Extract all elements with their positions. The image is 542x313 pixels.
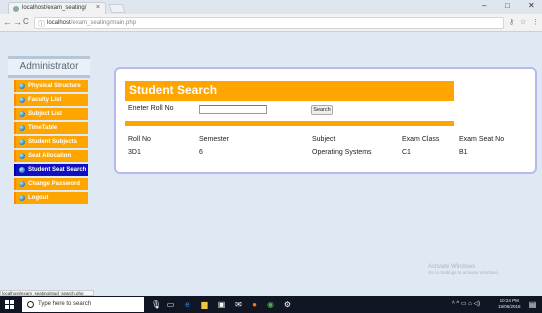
cell-exam-class: C1 [402, 149, 411, 156]
menu-item-physical-structure[interactable]: Physical Structure [14, 80, 88, 92]
back-icon[interactable]: ← [3, 17, 12, 27]
reload-icon[interactable]: C [23, 17, 29, 26]
browser-tab[interactable]: localhost/exam_seating/ × [8, 2, 106, 14]
microphone-icon[interactable]: 🎙 [151, 300, 161, 309]
column-header-exam-seat-no: Exam Seat No [459, 136, 505, 143]
menu-item-subject-list[interactable]: Subject List [14, 108, 88, 120]
menu-item-faculty-list[interactable]: Faculty List [14, 94, 88, 106]
menu-item-timetable[interactable]: TimeTable [14, 122, 88, 134]
column-header-roll-no: Roll No [128, 136, 151, 143]
menu-item-label: Faculty List [28, 97, 62, 103]
cell-roll-no: 3D1 [128, 149, 141, 156]
edge-browser-icon[interactable]: e [183, 300, 192, 309]
menu-item-label: Physical Structure [28, 83, 81, 89]
browser-menu-icon[interactable]: ⋮ [532, 18, 539, 26]
forward-icon[interactable]: → [13, 17, 22, 27]
task-view-icon[interactable]: ▭ [166, 300, 175, 309]
windows-taskbar: Type here to search 🎙 ▭ e ▆ ▣ ✉ ● ◉ ⚙ ᴬ … [0, 296, 542, 313]
firefox-icon[interactable]: ● [250, 300, 259, 309]
windows-start-icon[interactable] [5, 300, 14, 309]
roll-no-input[interactable] [199, 105, 267, 114]
close-tab-icon[interactable]: × [96, 4, 100, 11]
menu-item-student-subjects[interactable]: Student Subjects [14, 136, 88, 148]
system-tray-icons[interactable]: ᴬ ^ ▭ ⌂ ◁) [452, 300, 480, 307]
watermark-subtitle: Go to Settings to activate Windows. [428, 270, 500, 275]
column-header-exam-class: Exam Class [402, 136, 440, 143]
page-content: Administrator Physical Structure Faculty… [0, 32, 542, 296]
notifications-icon[interactable]: ▤ [528, 300, 537, 309]
bullet-icon [19, 97, 25, 103]
menu-item-label: Student Subjects [28, 139, 78, 145]
roll-no-label: Eneter Roll No [128, 105, 174, 112]
panel-title: Student Search [129, 83, 218, 97]
taskbar-search-box[interactable]: Type here to search [22, 297, 144, 312]
bullet-icon [19, 195, 25, 201]
panel-divider [125, 121, 454, 126]
bullet-icon [19, 111, 25, 117]
chrome-icon[interactable]: ◉ [266, 300, 275, 309]
cell-subject: Operating Systems [312, 149, 372, 156]
url-path: /exam_seating/main.php [70, 20, 137, 26]
site-info-icon[interactable]: ⓘ [38, 19, 45, 29]
bullet-icon [19, 139, 25, 145]
admin-heading: Administrator [8, 56, 90, 78]
page-favicon-icon [13, 6, 19, 12]
file-explorer-icon[interactable]: ▆ [200, 300, 209, 309]
mail-icon[interactable]: ✉ [234, 300, 243, 309]
bullet-icon [19, 167, 25, 173]
taskbar-clock[interactable]: 10:24 PM 15/06/2018 [498, 298, 521, 310]
cell-exam-seat-no: B1 [459, 149, 468, 156]
bullet-icon [19, 153, 25, 159]
column-header-subject: Subject [312, 136, 336, 143]
new-tab-button[interactable] [108, 4, 126, 13]
cell-semester: 6 [199, 149, 203, 156]
store-icon[interactable]: ▣ [217, 300, 226, 309]
browser-toolbar: ← → C ⓘ localhost/exam_seating/main.php … [0, 14, 542, 32]
menu-item-student-seat-search[interactable]: Student Seat Search [14, 164, 88, 176]
menu-item-logout[interactable]: Logout [14, 192, 88, 204]
browser-tab-bar: localhost/exam_seating/ × – □ ✕ [0, 0, 542, 14]
close-window-icon[interactable]: ✕ [528, 1, 535, 10]
menu-item-seat-allocation[interactable]: Seat Allocation [14, 150, 88, 162]
column-header-semester: Semester [199, 136, 229, 143]
maximize-window-icon[interactable]: □ [505, 1, 510, 10]
settings-gear-icon[interactable]: ⚙ [283, 300, 292, 309]
key-icon[interactable]: ⚷ [509, 18, 514, 26]
address-bar[interactable]: ⓘ localhost/exam_seating/main.php [34, 17, 504, 29]
menu-item-label: Subject List [28, 111, 63, 117]
search-button[interactable]: Search [311, 105, 333, 115]
bookmark-star-icon[interactable]: ☆ [520, 18, 526, 26]
bullet-icon [19, 83, 25, 89]
taskbar-search-placeholder: Type here to search [38, 301, 92, 307]
menu-item-change-password[interactable]: Change Password [14, 178, 88, 190]
clock-date: 15/06/2018 [498, 304, 521, 309]
tab-title: localhost/exam_seating/ [22, 5, 87, 11]
menu-item-label: Change Password [28, 181, 81, 187]
bullet-icon [19, 181, 25, 187]
menu-item-label: TimeTable [28, 125, 58, 131]
menu-item-label: Seat Allocation [28, 153, 72, 159]
bullet-icon [19, 125, 25, 131]
url-host: localhost [47, 20, 71, 26]
activate-windows-watermark: Activate Windows Go to Settings to activ… [428, 264, 499, 275]
panel-title-bar: Student Search [125, 81, 454, 101]
sidebar-menu: Physical Structure Faculty List Subject … [14, 80, 88, 206]
cortana-icon [27, 301, 34, 308]
student-search-panel: Student Search Eneter Roll No Search Rol… [114, 67, 537, 174]
menu-item-label: Student Seat Search [28, 167, 87, 173]
menu-item-label: Logout [28, 195, 49, 201]
minimize-window-icon[interactable]: – [482, 1, 486, 10]
